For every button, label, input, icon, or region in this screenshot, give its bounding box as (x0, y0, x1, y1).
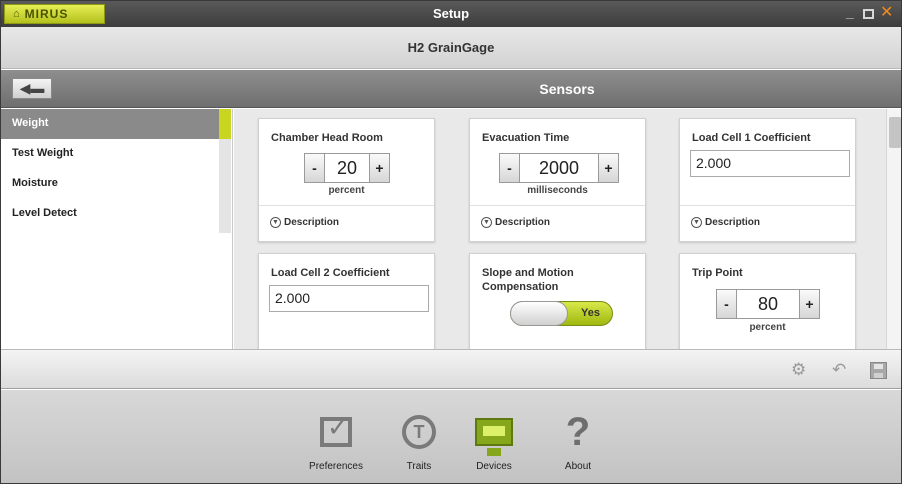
nav-label: Traits (406, 461, 432, 472)
description-label: Description (284, 217, 340, 228)
description-label: Description (495, 217, 551, 228)
increment-button[interactable]: + (799, 290, 819, 318)
unit-label: percent (328, 185, 365, 196)
sidebar-item-test-weight[interactable]: Test Weight (1, 139, 219, 169)
evacuation-time-card: Evacuation Time - 2000 + milliseconds ▼ … (469, 118, 646, 242)
save-icon[interactable] (870, 362, 887, 379)
sidebar-item-label: Moisture (12, 177, 58, 189)
minimize-icon[interactable]: _ (846, 4, 854, 20)
preferences-icon (320, 412, 352, 447)
decrement-button[interactable]: - (500, 154, 520, 182)
card-title: Chamber Head Room (271, 132, 383, 144)
sidebar-scrollbar[interactable] (219, 139, 231, 233)
increment-button[interactable]: + (598, 154, 618, 182)
nav-traits[interactable]: T Traits (379, 410, 459, 472)
settings-panel: Chamber Head Room - 20 + percent ▼ Descr… (234, 109, 901, 349)
sidebar-item-label: Level Detect (12, 207, 77, 219)
chevron-down-icon: ▼ (481, 217, 492, 228)
back-arrow-icon: ◀▬ (19, 80, 45, 96)
evacuation-time-stepper: - 2000 + (499, 153, 619, 183)
toggle-knob (510, 301, 568, 326)
scroll-thumb[interactable] (889, 117, 901, 148)
slope-motion-card: Slope and Motion Compensation Yes (469, 253, 646, 349)
stepper-value[interactable]: 20 (325, 154, 369, 182)
chevron-down-icon: ▼ (691, 217, 702, 228)
about-icon: ? (565, 409, 591, 454)
sidebar-item-label: Weight (12, 117, 49, 129)
card-title: Load Cell 1 Coefficient (692, 132, 811, 144)
bottom-navigation: Preferences T Traits Devices ? About (1, 390, 901, 483)
nav-about[interactable]: ? About (538, 409, 618, 473)
app-window: ⌂ MIRUS Setup _ ✕ H2 GrainGage ◀▬ Sensor… (0, 0, 902, 484)
decrement-button[interactable]: - (717, 290, 737, 318)
device-name: H2 GrainGage (407, 40, 495, 55)
nav-label: Preferences (309, 461, 363, 472)
maximize-icon[interactable] (863, 9, 874, 19)
undo-icon[interactable]: ↶ (832, 360, 846, 380)
trip-point-stepper: - 80 + (716, 289, 820, 319)
increment-button[interactable]: + (369, 154, 389, 182)
sidebar-item-level-detect[interactable]: Level Detect (1, 199, 219, 229)
description-toggle[interactable]: ▼ Description (691, 217, 760, 228)
chevron-down-icon: ▼ (270, 217, 281, 228)
card-title: Slope and Motion Compensation (482, 267, 574, 293)
trip-point-card: Trip Point - 80 + percent (679, 253, 856, 349)
sidebar-item-moisture[interactable]: Moisture (1, 169, 219, 199)
nav-label: Devices (476, 461, 512, 472)
close-icon[interactable]: ✕ (880, 2, 893, 22)
description-label: Description (705, 217, 761, 228)
load-cell-1-input[interactable]: 2.000 (690, 150, 850, 177)
description-toggle[interactable]: ▼ Description (481, 217, 550, 228)
divider (680, 205, 855, 206)
settings-gear-icon[interactable]: ⚙ (791, 360, 806, 380)
unit-label: percent (749, 322, 786, 333)
decrement-button[interactable]: - (305, 154, 325, 182)
active-marker (219, 109, 231, 139)
load-cell-1-card: Load Cell 1 Coefficient 2.000 ▼ Descript… (679, 118, 856, 242)
slope-motion-toggle[interactable]: Yes (510, 301, 613, 326)
sidebar-item-weight[interactable]: Weight (1, 109, 219, 139)
divider (470, 205, 645, 206)
description-toggle[interactable]: ▼ Description (270, 217, 339, 228)
stepper-value[interactable]: 2000 (520, 154, 598, 182)
back-button[interactable]: ◀▬ (12, 78, 52, 99)
load-cell-2-card: Load Cell 2 Coefficient 2.000 (258, 253, 435, 349)
stepper-value[interactable]: 80 (737, 290, 799, 318)
chamber-head-room-stepper: - 20 + (304, 153, 390, 183)
device-bar: H2 GrainGage (1, 27, 901, 69)
nav-preferences[interactable]: Preferences (296, 410, 376, 472)
toggle-label: Yes (581, 307, 600, 319)
content-scrollbar[interactable] (886, 109, 901, 349)
divider (259, 205, 434, 206)
window-title: Setup (432, 6, 470, 21)
action-toolbar: ⚙ ↶ (1, 349, 901, 389)
nav-label: About (564, 461, 592, 472)
section-header: ◀▬ Sensors (1, 70, 901, 108)
sidebar-item-label: Test Weight (12, 147, 74, 159)
sidebar: Weight Test Weight Moisture Level Detect (1, 109, 233, 349)
card-title: Load Cell 2 Coefficient (271, 267, 390, 279)
title-bar: ⌂ MIRUS Setup _ ✕ (1, 1, 901, 27)
devices-icon (475, 418, 513, 456)
section-title: Sensors (539, 81, 595, 97)
chamber-head-room-card: Chamber Head Room - 20 + percent ▼ Descr… (258, 118, 435, 242)
unit-label: milliseconds (527, 185, 588, 196)
load-cell-2-input[interactable]: 2.000 (269, 285, 429, 312)
card-title: Evacuation Time (482, 132, 570, 144)
card-title: Trip Point (692, 267, 743, 279)
traits-icon: T (402, 415, 436, 449)
nav-devices[interactable]: Devices (454, 410, 534, 472)
